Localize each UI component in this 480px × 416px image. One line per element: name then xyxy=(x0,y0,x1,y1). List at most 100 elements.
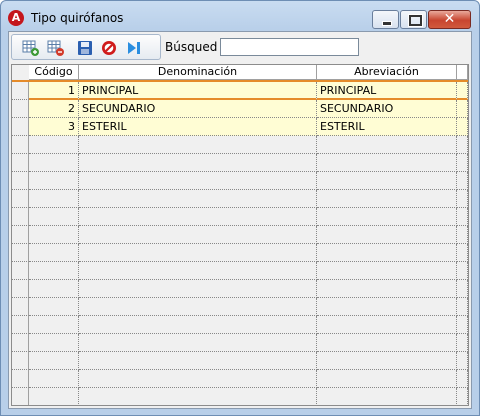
empty-row[interactable] xyxy=(12,208,468,226)
cell-abreviacion[interactable] xyxy=(317,244,457,262)
cell-abreviacion[interactable] xyxy=(317,262,457,280)
cell-denominacion[interactable] xyxy=(79,154,317,172)
cell-abreviacion[interactable] xyxy=(317,352,457,370)
table-row[interactable]: 1 PRINCIPAL PRINCIPAL xyxy=(12,82,468,100)
cell-codigo[interactable]: 2 xyxy=(29,100,79,118)
cell-abreviacion[interactable] xyxy=(317,190,457,208)
cell-spacer xyxy=(457,316,468,334)
cell-denominacion[interactable] xyxy=(79,334,317,352)
cell-denominacion[interactable] xyxy=(79,316,317,334)
cancel-icon xyxy=(102,41,116,55)
cell-abreviacion[interactable] xyxy=(317,208,457,226)
toolbar xyxy=(11,34,161,60)
cell-denominacion[interactable] xyxy=(79,298,317,316)
cell-codigo[interactable]: 3 xyxy=(29,118,79,136)
cell-denominacion[interactable] xyxy=(79,244,317,262)
cell-spacer xyxy=(457,370,468,388)
cell-codigo[interactable] xyxy=(29,298,79,316)
cell-abreviacion[interactable]: ESTERIL xyxy=(317,118,457,136)
cell-abreviacion[interactable] xyxy=(317,388,457,405)
column-header-spacer xyxy=(457,65,468,80)
cell-abreviacion[interactable]: SECUNDARIO xyxy=(317,100,457,118)
cell-spacer xyxy=(457,244,468,262)
empty-row[interactable] xyxy=(12,226,468,244)
cell-denominacion[interactable] xyxy=(79,370,317,388)
cell-abreviacion[interactable] xyxy=(317,370,457,388)
cell-denominacion[interactable] xyxy=(79,136,317,154)
empty-row[interactable] xyxy=(12,262,468,280)
cell-abreviacion[interactable] xyxy=(317,280,457,298)
cell-spacer xyxy=(457,226,468,244)
last-record-button[interactable] xyxy=(125,39,143,57)
cell-denominacion[interactable] xyxy=(79,352,317,370)
cell-abreviacion[interactable] xyxy=(317,136,457,154)
cell-abreviacion[interactable] xyxy=(317,172,457,190)
close-button[interactable]: ✕ xyxy=(428,10,471,29)
cell-denominacion[interactable] xyxy=(79,190,317,208)
row-indicator xyxy=(12,298,29,316)
empty-row[interactable] xyxy=(12,244,468,262)
cell-codigo[interactable] xyxy=(29,352,79,370)
empty-row[interactable] xyxy=(12,190,468,208)
cell-denominacion[interactable] xyxy=(79,388,317,405)
cell-codigo[interactable] xyxy=(29,244,79,262)
row-indicator xyxy=(12,388,29,405)
app-logo-icon[interactable]: A xyxy=(8,10,24,26)
row-indicator xyxy=(12,280,29,298)
search-label: Búsqued xyxy=(165,40,218,54)
cell-denominacion[interactable] xyxy=(79,226,317,244)
cell-abreviacion[interactable] xyxy=(317,154,457,172)
column-header-denominacion[interactable]: Denominación xyxy=(79,65,317,80)
cell-codigo[interactable] xyxy=(29,262,79,280)
add-row-button[interactable] xyxy=(22,39,40,57)
empty-row[interactable] xyxy=(12,316,468,334)
cell-codigo[interactable] xyxy=(29,334,79,352)
cell-codigo[interactable] xyxy=(29,370,79,388)
empty-row[interactable] xyxy=(12,334,468,352)
empty-row[interactable] xyxy=(12,154,468,172)
cell-abreviacion[interactable]: PRINCIPAL xyxy=(317,82,457,100)
cell-codigo[interactable]: 1 xyxy=(29,82,79,100)
empty-row[interactable] xyxy=(12,172,468,190)
row-indicator xyxy=(12,244,29,262)
empty-row[interactable] xyxy=(12,298,468,316)
cell-denominacion[interactable] xyxy=(79,208,317,226)
cell-codigo[interactable] xyxy=(29,316,79,334)
column-header-codigo[interactable]: Código xyxy=(29,65,79,80)
save-button[interactable] xyxy=(76,39,94,57)
minimize-button[interactable] xyxy=(372,10,399,29)
cell-abreviacion[interactable] xyxy=(317,226,457,244)
empty-row[interactable] xyxy=(12,388,468,405)
cell-codigo[interactable] xyxy=(29,190,79,208)
cell-denominacion[interactable] xyxy=(79,262,317,280)
column-header-abreviacion[interactable]: Abreviación xyxy=(317,65,457,80)
cell-abreviacion[interactable] xyxy=(317,298,457,316)
search-input[interactable] xyxy=(220,38,359,56)
empty-row[interactable] xyxy=(12,136,468,154)
empty-row[interactable] xyxy=(12,370,468,388)
cell-codigo[interactable] xyxy=(29,172,79,190)
cell-codigo[interactable] xyxy=(29,208,79,226)
cell-denominacion[interactable]: PRINCIPAL xyxy=(79,82,317,100)
title-bar[interactable]: A Tipo quirófanos ✕ xyxy=(1,1,479,31)
table-row[interactable]: 2 SECUNDARIO SECUNDARIO xyxy=(12,100,468,118)
cell-denominacion[interactable]: SECUNDARIO xyxy=(79,100,317,118)
cell-codigo[interactable] xyxy=(29,226,79,244)
cell-denominacion[interactable]: ESTERIL xyxy=(79,118,317,136)
table-row[interactable]: 3 ESTERIL ESTERIL xyxy=(12,118,468,136)
cell-spacer xyxy=(457,262,468,280)
empty-row[interactable] xyxy=(12,352,468,370)
cell-codigo[interactable] xyxy=(29,136,79,154)
cell-spacer xyxy=(457,172,468,190)
cell-denominacion[interactable] xyxy=(79,172,317,190)
cell-codigo[interactable] xyxy=(29,154,79,172)
maximize-button[interactable] xyxy=(400,10,427,29)
cell-abreviacion[interactable] xyxy=(317,334,457,352)
cell-abreviacion[interactable] xyxy=(317,316,457,334)
cell-denominacion[interactable] xyxy=(79,280,317,298)
empty-row[interactable] xyxy=(12,280,468,298)
cancel-button[interactable] xyxy=(100,39,118,57)
cell-codigo[interactable] xyxy=(29,388,79,405)
cell-codigo[interactable] xyxy=(29,280,79,298)
delete-row-button[interactable] xyxy=(47,39,65,57)
